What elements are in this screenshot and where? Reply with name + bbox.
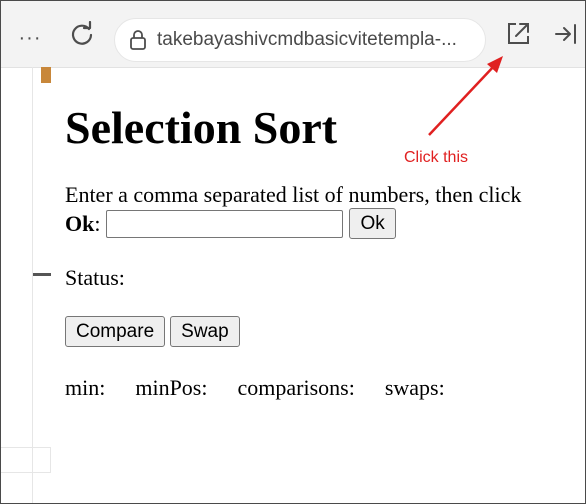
open-external-icon[interactable] (503, 19, 533, 49)
side-rail (32, 67, 33, 503)
browser-window: ··· takebayashivcmdbasicvitetempla-... S… (0, 0, 586, 504)
status-label: Status: (65, 265, 125, 290)
instructions: Enter a comma separated list of numbers,… (65, 181, 575, 239)
side-panel-box (1, 447, 51, 473)
browser-toolbar: ··· takebayashivcmdbasicvitetempla-... (1, 1, 585, 68)
ok-button[interactable]: Ok (349, 208, 396, 239)
instruction-ok-bold: Ok (65, 211, 95, 236)
swap-button[interactable]: Swap (170, 316, 240, 347)
annotation-text: Click this (404, 149, 469, 166)
comparisons-label: comparisons: (237, 375, 355, 400)
action-buttons: Compare Swap (65, 316, 575, 347)
input-row: Ok: Ok (65, 208, 575, 239)
url-text: takebayashivcmdbasicvitetempla-... (157, 29, 457, 50)
reload-icon[interactable] (67, 19, 97, 49)
page-content: Selection Sort Enter a comma separated l… (65, 97, 575, 401)
lock-icon[interactable] (127, 29, 149, 51)
page-title: Selection Sort (65, 102, 338, 153)
compare-button[interactable]: Compare (65, 316, 166, 347)
collapse-sidebar-icon[interactable] (551, 19, 581, 49)
numbers-input[interactable] (106, 209, 344, 238)
instruction-text: Enter a comma separated list of numbers,… (65, 182, 522, 207)
swaps-label: swaps: (384, 375, 445, 400)
min-label: min: (65, 375, 106, 400)
stats-row: min: minPos: comparisons: swaps: (65, 375, 575, 401)
minpos-label: minPos: (135, 375, 208, 400)
accent-tab (41, 67, 51, 83)
more-icon[interactable]: ··· (15, 23, 45, 53)
rail-marker (33, 273, 51, 276)
address-bar[interactable]: takebayashivcmdbasicvitetempla-... (114, 18, 486, 62)
instruction-colon: : (94, 211, 101, 236)
